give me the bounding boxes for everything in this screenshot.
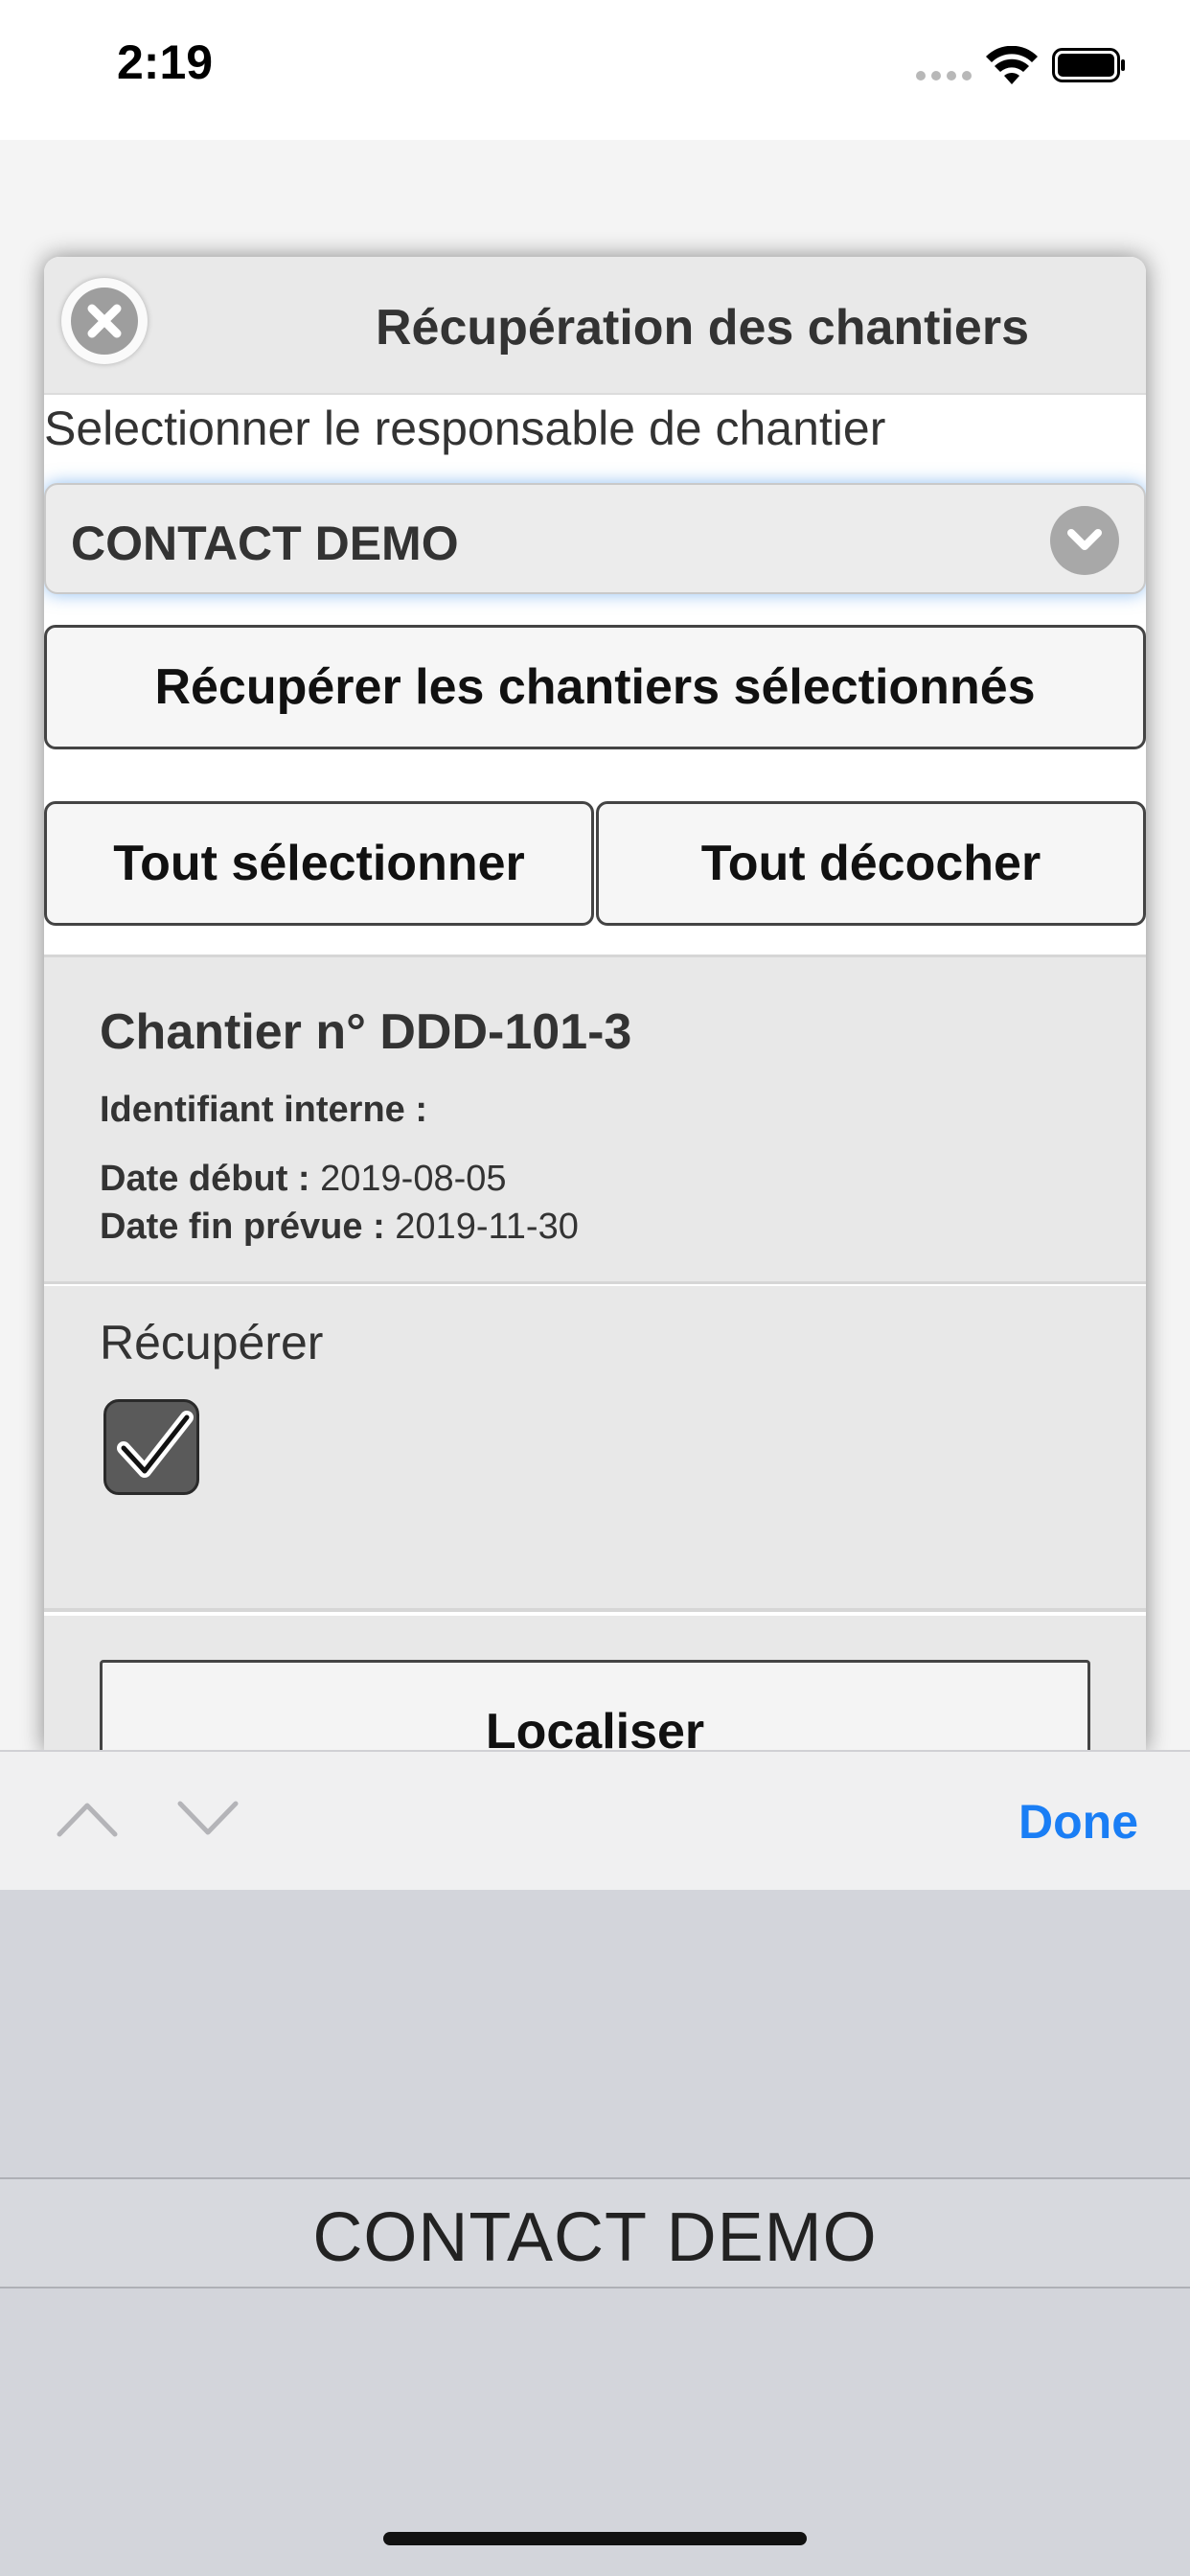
start-date-value: 2019-08-05	[320, 1159, 507, 1199]
dialog-header: Récupération des chantiers	[44, 257, 1146, 395]
manager-select[interactable]: CONTACT DEMO	[44, 483, 1146, 594]
end-date-label: Date fin prévue :	[100, 1207, 385, 1247]
signal-dots-icon	[916, 71, 972, 80]
done-button[interactable]: Done	[1018, 1794, 1138, 1850]
chevron-up-icon[interactable]	[54, 1796, 121, 1840]
chevron-down-icon	[1050, 506, 1119, 575]
battery-icon	[1052, 48, 1125, 82]
internal-id-row: Identifiant interne :	[100, 1090, 427, 1131]
fetch-checkbox-label: Récupérer	[100, 1316, 324, 1369]
select-all-button[interactable]: Tout sélectionner	[44, 801, 594, 926]
picker-option[interactable]: CONTACT DEMO	[0, 2198, 1190, 2277]
end-date-value: 2019-11-30	[395, 1207, 579, 1247]
site-info-card: Chantier n° DDD-101-3 Identifiant intern…	[44, 954, 1146, 1284]
checkmark-icon	[117, 1411, 194, 1478]
option-picker: CONTACT DEMO	[0, 1890, 1190, 2576]
end-date-row: Date fin prévue : 2019-11-30	[100, 1207, 579, 1248]
locate-button[interactable]: Localiser	[100, 1660, 1090, 1752]
close-icon	[87, 304, 122, 338]
keyboard-accessory-bar: Done	[0, 1750, 1190, 1890]
start-date-label: Date début :	[100, 1159, 310, 1199]
manager-select-label: Selectionner le responsable de chantier	[44, 402, 886, 455]
start-date-row: Date début : 2019-08-05	[100, 1159, 507, 1200]
uncheck-all-button[interactable]: Tout décocher	[596, 801, 1146, 926]
status-bar: 2:19	[0, 0, 1190, 140]
fetch-selected-sites-button[interactable]: Récupérer les chantiers sélectionnés	[44, 625, 1146, 749]
wifi-icon	[986, 46, 1038, 84]
status-time: 2:19	[117, 35, 214, 89]
home-indicator	[383, 2532, 807, 2545]
site-title: Chantier n° DDD-101-3	[100, 1004, 632, 1060]
close-button[interactable]	[61, 278, 148, 364]
internal-id-label: Identifiant interne :	[100, 1090, 427, 1130]
locate-card: Localiser	[44, 1616, 1146, 1752]
fetch-sites-dialog: Récupération des chantiers Selectionner …	[44, 257, 1146, 1752]
fetch-checkbox[interactable]	[103, 1399, 199, 1495]
manager-select-value: CONTACT DEMO	[71, 517, 459, 570]
chevron-down-icon[interactable]	[174, 1796, 241, 1840]
dialog-title: Récupération des chantiers	[376, 300, 1029, 356]
fetch-checkbox-card: Récupérer	[44, 1286, 1146, 1612]
